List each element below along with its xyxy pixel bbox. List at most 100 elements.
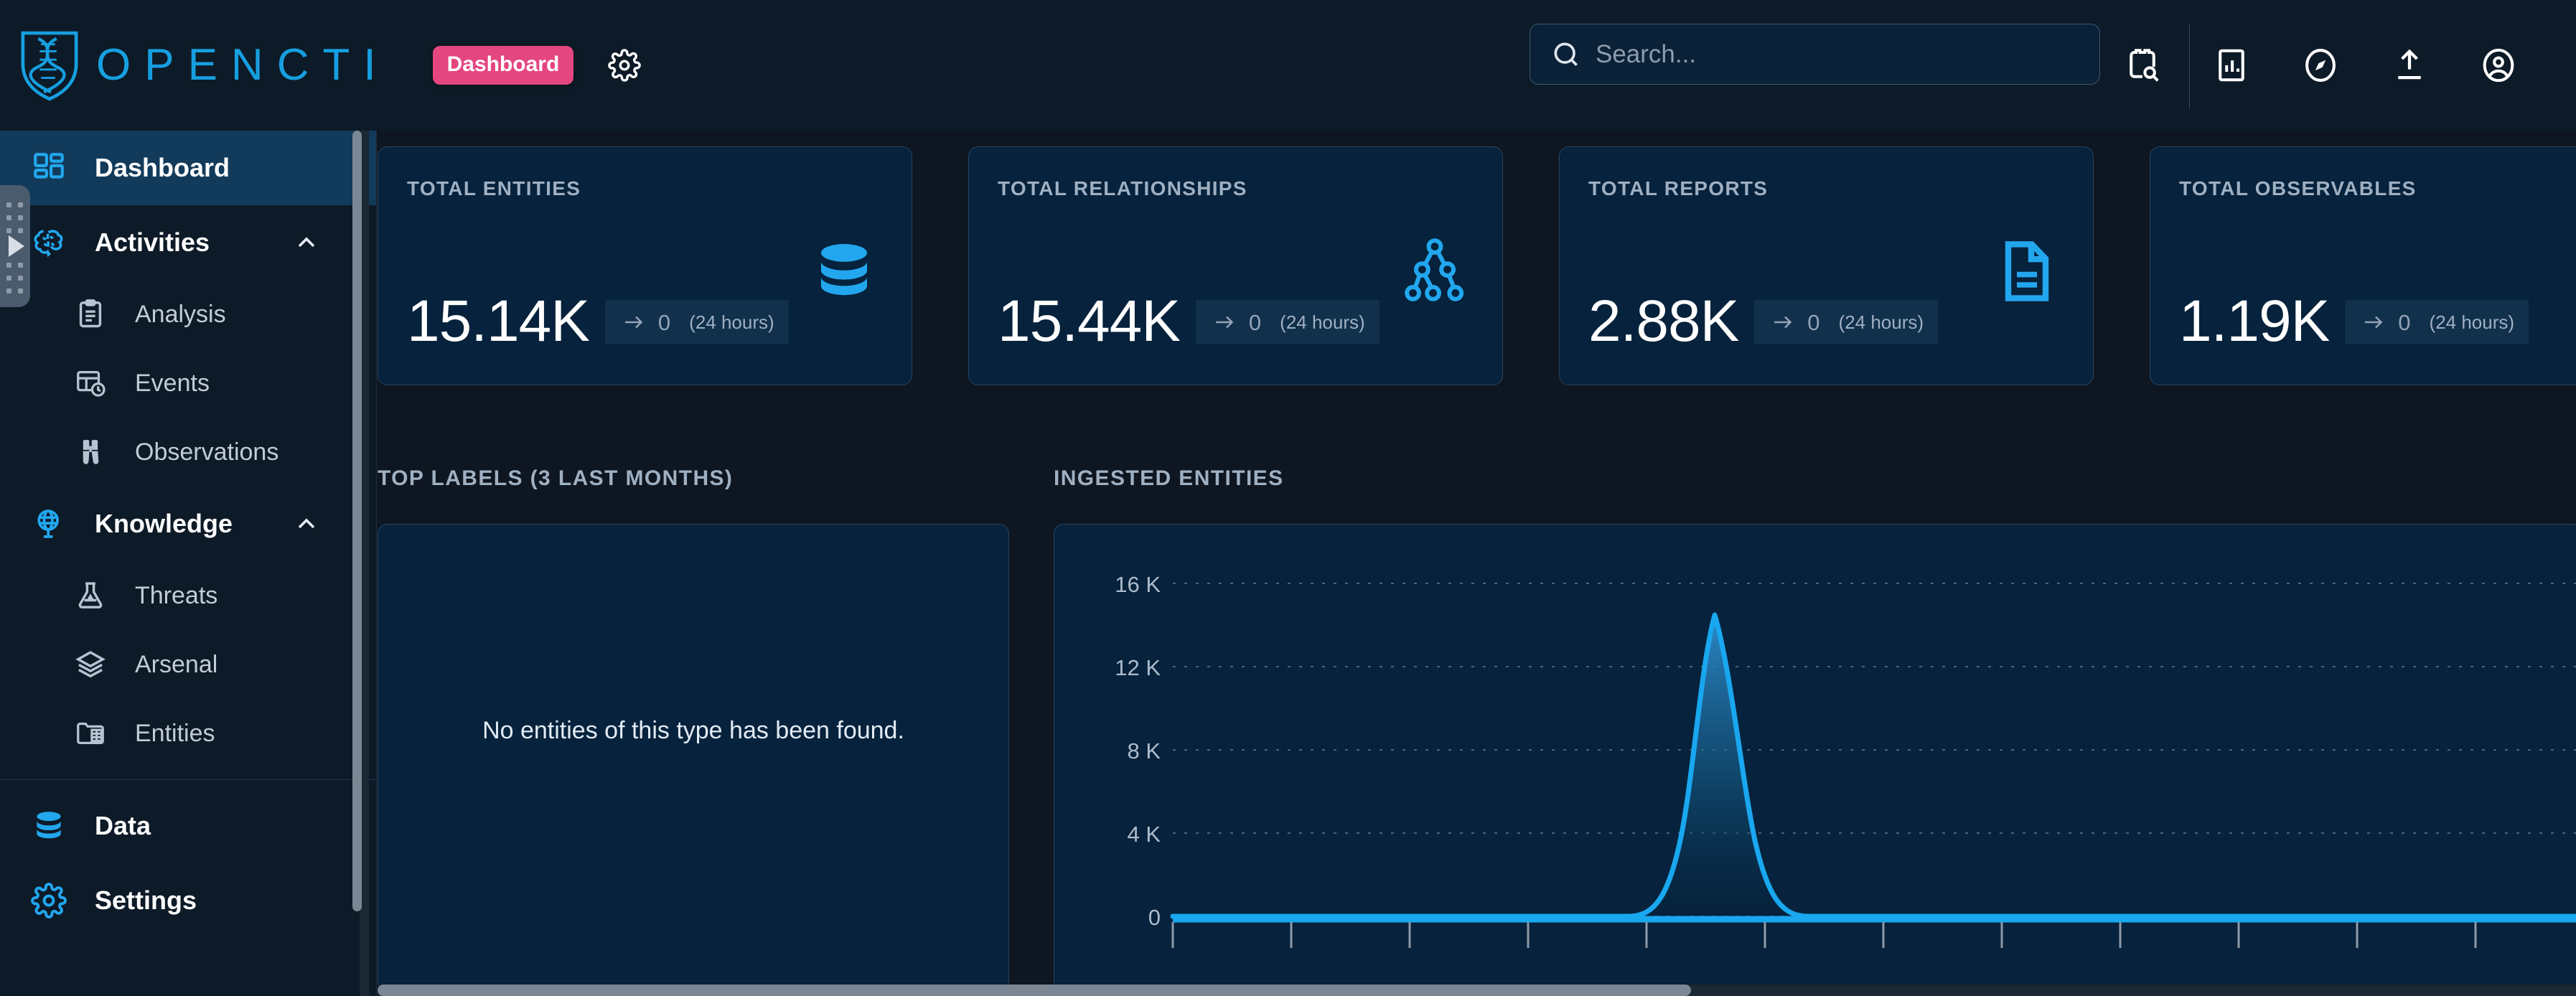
chart-y-axis: 16 K 12 K 8 K 4 K 0 — [1115, 572, 1161, 930]
top-labels-card: No entities of this type has been found. — [378, 524, 1009, 996]
document-icon — [2005, 241, 2049, 301]
kpi-period: (24 hours) — [689, 311, 774, 333]
y-tick-label: 12 K — [1115, 655, 1161, 680]
kpi-delta-value: 0 — [1807, 309, 1820, 335]
insights-chart-icon[interactable] — [2210, 44, 2253, 87]
kpi-delta-value: 0 — [2398, 309, 2411, 335]
sidebar-item-label: Dashboard — [95, 153, 230, 182]
sidebar-item-settings[interactable]: Settings — [0, 863, 376, 938]
opencti-shield-dna-icon — [21, 31, 78, 101]
y-tick-label: 8 K — [1127, 738, 1161, 764]
content-search-icon[interactable] — [2121, 44, 2164, 87]
sidebar-divider — [0, 779, 376, 780]
database-icon — [821, 244, 867, 296]
sidebar-scrollbar-thumb[interactable] — [352, 131, 362, 911]
sidebar-item-analysis[interactable]: Analysis — [0, 280, 376, 349]
search-input[interactable] — [1596, 39, 2055, 69]
arrow-right-icon — [1769, 308, 1797, 337]
kpi-delta-chip: 0 (24 hours) — [1754, 300, 1939, 344]
kpi-period: (24 hours) — [1838, 311, 1924, 333]
kpi-card-row: TOTAL ENTITIES 15.14K 0 (24 hours) TOTAL… — [378, 146, 2576, 385]
kpi-title: TOTAL REPORTS — [1588, 177, 1769, 199]
sidebar-item-observations[interactable]: Observations — [0, 418, 376, 487]
sidebar-item-label: Threats — [135, 582, 218, 609]
kpi-card-total-entities[interactable]: TOTAL ENTITIES 15.14K 0 (24 hours) — [378, 146, 912, 385]
sidebar-item-label: Entities — [135, 720, 215, 747]
gear-icon — [29, 880, 69, 921]
account-circle-icon[interactable] — [2477, 44, 2520, 87]
expand-play-icon — [9, 235, 24, 257]
app-logo[interactable]: OPENCTI — [19, 27, 390, 103]
kpi-value: 15.14K — [407, 288, 590, 354]
horizontal-scrollbar-thumb[interactable] — [378, 985, 1691, 996]
workspace-chip[interactable]: Dashboard — [432, 46, 574, 85]
sidebar-item-label: Settings — [95, 885, 197, 915]
dashboard-grid-icon — [29, 148, 69, 188]
globe-icon — [29, 504, 69, 544]
sidebar-item-label: Observations — [135, 438, 279, 466]
chart-gridlines — [1173, 583, 2576, 917]
panel-ingested-entities: INGESTED ENTITIES 16 K 12 K 8 K 4 K 0 — [1054, 468, 2576, 996]
clipboard-icon — [72, 296, 109, 333]
top-icon-group — [2121, 0, 2520, 131]
sidebar-resize-handle[interactable] — [0, 185, 30, 307]
search-icon — [1554, 42, 1578, 66]
database-icon — [29, 806, 69, 846]
chart-area-fill — [1173, 615, 2576, 916]
ingested-entities-card: 16 K 12 K 8 K 4 K 0 — [1054, 524, 2576, 996]
folder-table-icon — [72, 715, 109, 752]
sidebar-item-arsenal[interactable]: Arsenal — [0, 630, 376, 699]
brain-icon — [29, 222, 69, 263]
sidebar-item-data[interactable]: Data — [0, 789, 376, 863]
sidebar-group-knowledge[interactable]: Knowledge — [0, 487, 376, 561]
kpi-period: (24 hours) — [1280, 311, 1365, 333]
panel-title: TOP LABELS (3 LAST MONTHS) — [378, 466, 734, 490]
chart-x-axis — [1171, 916, 2576, 948]
kpi-card-total-reports[interactable]: TOTAL REPORTS 2.88K 0 (24 hours) — [1559, 146, 2094, 385]
binoculars-icon — [72, 433, 109, 471]
sidebar-item-label: Arsenal — [135, 651, 218, 678]
sidebar-item-threats[interactable]: Threats — [0, 561, 376, 630]
sidebar: Dashboard Activities Analysis Events Obs… — [0, 131, 377, 996]
chart-line — [1170, 612, 2576, 919]
kpi-delta-chip: 0 (24 hours) — [2345, 300, 2529, 344]
sidebar-item-events[interactable]: Events — [0, 349, 376, 418]
top-bar: OPENCTI Dashboard — [0, 0, 2576, 131]
kpi-title: TOTAL RELATIONSHIPS — [998, 177, 1247, 199]
kpi-card-total-observables[interactable]: TOTAL OBSERVABLES 1.19K 0 (24 hours) — [2150, 146, 2576, 385]
panel-top-labels: TOP LABELS (3 LAST MONTHS) No entities o… — [378, 468, 1009, 996]
chevron-up-icon[interactable] — [291, 509, 322, 539]
upload-icon[interactable] — [2388, 44, 2431, 87]
arrow-right-icon — [1210, 308, 1239, 337]
kpi-value: 2.88K — [1588, 288, 1739, 354]
search-box[interactable] — [1530, 24, 2100, 85]
brand-name: OPENCTI — [96, 40, 390, 90]
flask-icon — [72, 577, 109, 614]
kpi-period: (24 hours) — [2429, 311, 2515, 333]
layers-icon — [72, 646, 109, 683]
horizontal-scrollbar-track[interactable] — [378, 985, 2576, 996]
sidebar-scrollbar-track[interactable] — [352, 131, 369, 996]
sidebar-item-entities[interactable]: Entities — [0, 699, 376, 768]
arrow-right-icon — [619, 308, 648, 337]
kpi-delta-chip: 0 (24 hours) — [1195, 300, 1380, 344]
arrow-right-icon — [2359, 308, 2388, 337]
kpi-card-total-relationships[interactable]: TOTAL RELATIONSHIPS 15.44K 0 (24 hours) — [968, 146, 1503, 385]
kpi-value: 1.19K — [2179, 288, 2330, 354]
kpi-value: 15.44K — [998, 288, 1181, 354]
sidebar-group-activities[interactable]: Activities — [0, 205, 376, 280]
kpi-title: TOTAL OBSERVABLES — [2179, 177, 2417, 199]
sidebar-item-label: Knowledge — [95, 509, 233, 538]
chevron-up-icon[interactable] — [291, 227, 322, 258]
panel-title: INGESTED ENTITIES — [1054, 466, 1284, 490]
sidebar-item-label: Analysis — [135, 301, 226, 328]
compass-explore-icon[interactable] — [2299, 44, 2342, 87]
ingested-entities-chart[interactable]: 16 K 12 K 8 K 4 K 0 — [1054, 525, 2576, 996]
y-tick-label: 4 K — [1127, 822, 1161, 847]
y-tick-label: 0 — [1148, 905, 1161, 930]
sidebar-item-dashboard[interactable]: Dashboard — [0, 131, 376, 205]
kpi-delta-value: 0 — [657, 309, 671, 335]
sidebar-item-label: Data — [95, 811, 151, 840]
kpi-delta-value: 0 — [1248, 309, 1262, 335]
gear-icon[interactable] — [605, 46, 644, 85]
